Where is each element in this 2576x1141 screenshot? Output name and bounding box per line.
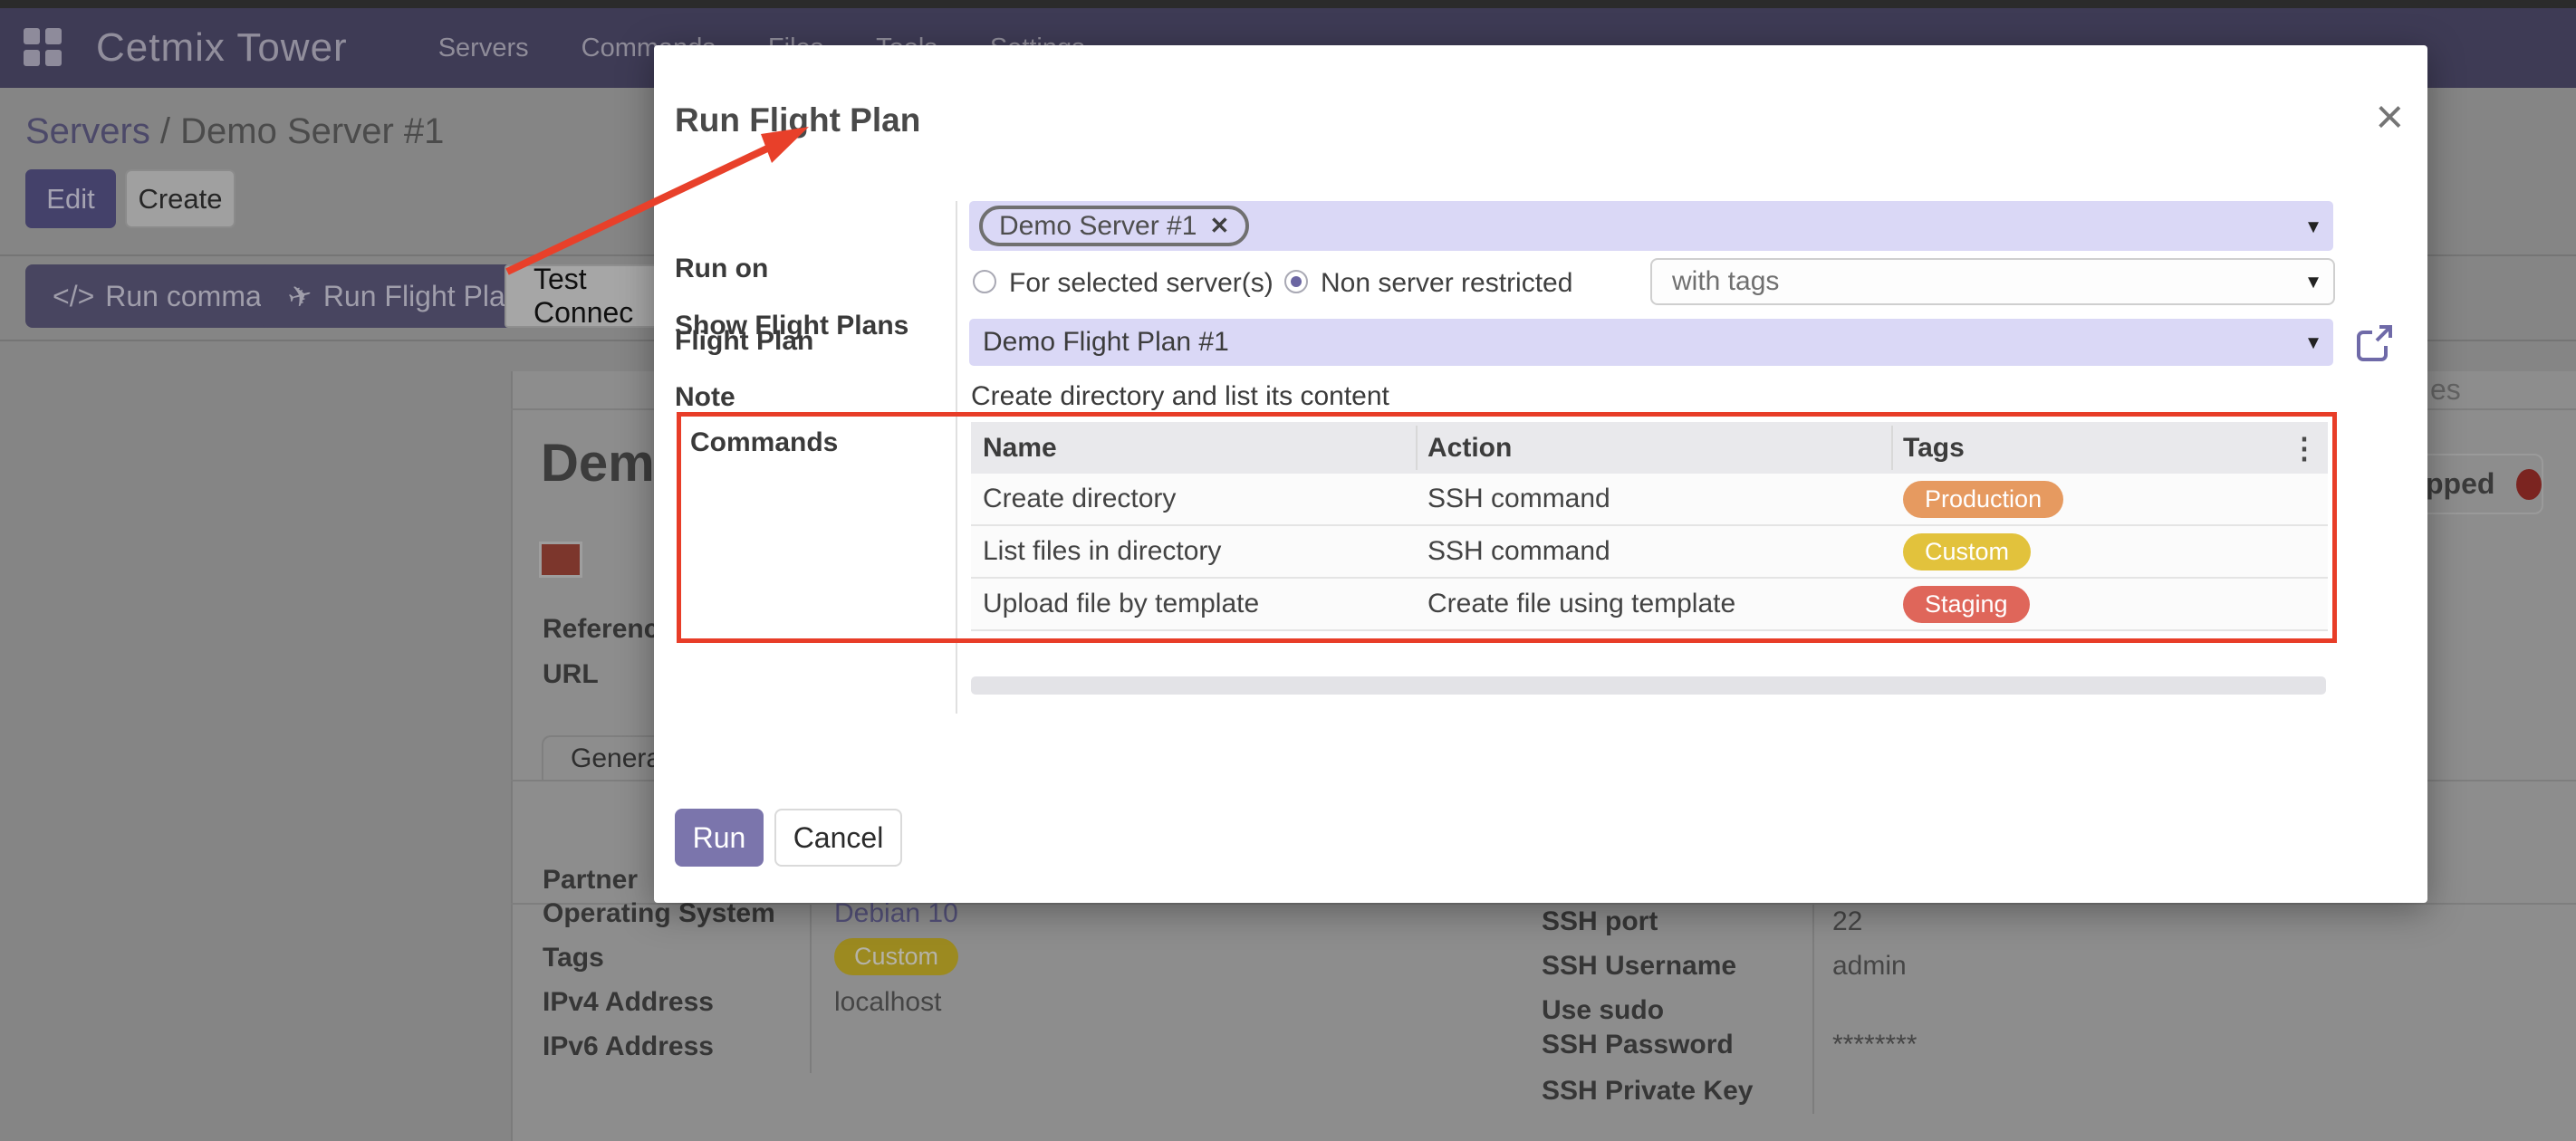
server-tag-chip: Demo Server #1 ✕ bbox=[979, 206, 1249, 246]
flight-plan-label: Flight Plan bbox=[675, 326, 813, 357]
plane-icon: ✈ bbox=[284, 276, 317, 316]
run-on-label: Run on bbox=[675, 254, 768, 284]
cell-tag: Production bbox=[1903, 481, 2063, 518]
close-icon[interactable]: × bbox=[2375, 92, 2404, 141]
field-label: SSH Private Key bbox=[1542, 1076, 1753, 1107]
cell-tag: Staging bbox=[1903, 586, 2030, 623]
screen: Cetmix Tower Servers Commands Files Tool… bbox=[0, 0, 2576, 1141]
status-label-partial: pped bbox=[2426, 467, 2494, 501]
run-on-field[interactable]: Demo Server #1 ✕ ▾ bbox=[969, 201, 2333, 251]
nav-item-servers[interactable]: Servers bbox=[438, 34, 529, 63]
table-row[interactable]: Create directory SSH command Production bbox=[971, 474, 2328, 526]
note-value: Create directory and list its content bbox=[971, 381, 1389, 412]
chevron-down-icon[interactable]: ▾ bbox=[2308, 330, 2319, 356]
chip-remove-icon[interactable]: ✕ bbox=[1209, 212, 1229, 240]
with-tags-dropdown[interactable]: with tags ▾ bbox=[1650, 258, 2335, 305]
field-separator bbox=[1812, 901, 1814, 1114]
column-divider bbox=[1891, 426, 1893, 470]
edit-button[interactable]: Edit bbox=[25, 169, 116, 228]
cell-tag: Custom bbox=[1903, 533, 2031, 570]
dialog-title: Run Flight Plan bbox=[675, 101, 920, 139]
commands-table: Name Action Tags ⋮ Create directory SSH … bbox=[971, 422, 2328, 631]
cell-action: SSH command bbox=[1427, 484, 1610, 514]
brand-title: Cetmix Tower bbox=[96, 25, 348, 71]
external-link-icon[interactable] bbox=[2353, 322, 2395, 369]
field-label: SSH port bbox=[1542, 906, 1658, 937]
code-icon: </> bbox=[53, 280, 94, 313]
field-value: 22 bbox=[1832, 906, 1862, 937]
field-label: SSH Password bbox=[1542, 1030, 1734, 1060]
run-flight-plan-label: Run Flight Plan bbox=[323, 280, 522, 313]
field-label: Operating System bbox=[543, 898, 775, 929]
table-row[interactable]: List files in directory SSH command Cust… bbox=[971, 526, 2328, 579]
breadcrumb-current: Demo Server #1 bbox=[180, 111, 444, 151]
chip-label: Demo Server #1 bbox=[999, 211, 1197, 242]
tag-badge: Production bbox=[1903, 481, 2063, 518]
run-flight-plan-dialog: Run Flight Plan × Run on Demo Server #1 … bbox=[654, 45, 2427, 903]
flight-plan-field[interactable]: Demo Flight Plan #1 ▾ bbox=[969, 319, 2333, 366]
field-label: Tags bbox=[543, 943, 604, 973]
cell-name: Upload file by template bbox=[983, 589, 1259, 619]
chevron-down-icon[interactable]: ▾ bbox=[2308, 269, 2319, 295]
cell-name: List files in directory bbox=[983, 536, 1221, 567]
tag-badge: Custom bbox=[1903, 533, 2031, 570]
cancel-button[interactable]: Cancel bbox=[774, 809, 902, 867]
radio-label[interactable]: For selected server(s) bbox=[1009, 268, 1274, 299]
column-header-name[interactable]: Name bbox=[983, 433, 1057, 464]
table-header-row: Name Action Tags ⋮ bbox=[971, 422, 2328, 474]
field-value-link[interactable]: Debian 10 bbox=[834, 898, 958, 929]
field-label: SSH Username bbox=[1542, 951, 1736, 982]
server-tag-custom: Custom bbox=[834, 938, 958, 975]
apps-grid-icon[interactable] bbox=[24, 28, 63, 68]
status-dot bbox=[2516, 469, 2542, 500]
table-row[interactable]: Upload file by template Create file usin… bbox=[971, 579, 2328, 631]
column-header-tags[interactable]: Tags bbox=[1903, 433, 1965, 464]
with-tags-placeholder: with tags bbox=[1672, 266, 1779, 297]
column-divider bbox=[1416, 426, 1418, 470]
flight-plan-value: Demo Flight Plan #1 bbox=[983, 327, 1229, 358]
field-value: admin bbox=[1832, 951, 1907, 982]
breadcrumb: Servers / Demo Server #1 bbox=[25, 111, 444, 152]
field-label: Partner bbox=[543, 865, 638, 896]
field-label: IPv6 Address bbox=[543, 1031, 714, 1062]
field-separator bbox=[810, 892, 812, 1073]
tag-badge: Staging bbox=[1903, 586, 2030, 623]
commands-label: Commands bbox=[690, 427, 838, 458]
field-value: localhost bbox=[834, 987, 941, 1018]
stat-button-partial[interactable]: es bbox=[2430, 373, 2461, 407]
field-value: ******** bbox=[1832, 1030, 1917, 1060]
horizontal-scrollbar[interactable] bbox=[971, 676, 2326, 695]
field-label: Use sudo bbox=[1542, 995, 1664, 1026]
note-label: Note bbox=[675, 382, 735, 413]
radio-non-server-restricted[interactable] bbox=[1284, 270, 1308, 293]
cell-action: Create file using template bbox=[1427, 589, 1735, 619]
label-column-separator bbox=[956, 201, 957, 714]
color-swatch[interactable] bbox=[539, 542, 582, 578]
radio-for-selected-servers[interactable] bbox=[973, 270, 996, 293]
breadcrumb-separator: / bbox=[150, 111, 180, 151]
field-label: IPv4 Address bbox=[543, 987, 714, 1018]
run-button[interactable]: Run bbox=[675, 809, 764, 867]
url-label: URL bbox=[543, 659, 599, 690]
column-header-action[interactable]: Action bbox=[1427, 433, 1512, 464]
cell-action: SSH command bbox=[1427, 536, 1610, 567]
notebook-border bbox=[511, 903, 2576, 905]
chevron-down-icon[interactable]: ▾ bbox=[2308, 213, 2319, 239]
window-top-strip bbox=[0, 0, 2576, 8]
create-button[interactable]: Create bbox=[125, 169, 235, 228]
radio-label[interactable]: Non server restricted bbox=[1321, 268, 1572, 299]
kebab-menu-icon[interactable]: ⋮ bbox=[2290, 431, 2319, 465]
cell-name: Create directory bbox=[983, 484, 1176, 514]
breadcrumb-servers-link[interactable]: Servers bbox=[25, 111, 150, 151]
